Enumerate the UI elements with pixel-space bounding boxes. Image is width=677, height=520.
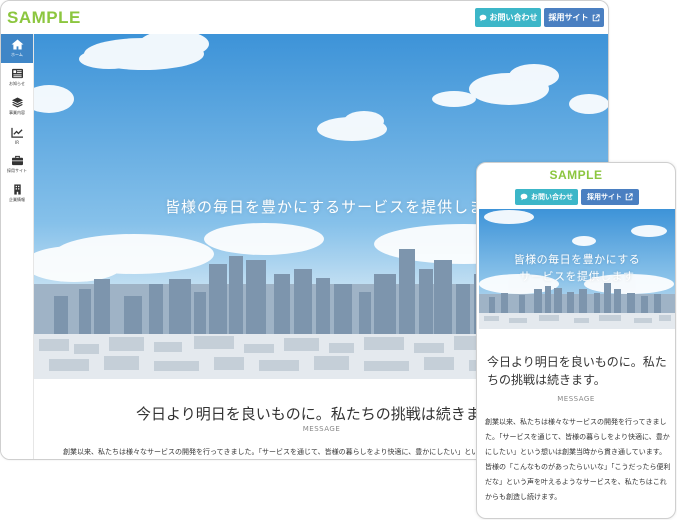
recruit-button[interactable]: 採用サイト [544,8,604,27]
sidebar-item-company[interactable]: 企業情報 [1,179,33,208]
site-header: SAMPLE お問い合わせ 採用サイト [1,1,608,34]
news-icon [11,68,23,79]
mobile-contact-button-label: お問い合わせ [531,193,573,201]
sidebar-item-recruit[interactable]: 採用サイト [1,150,33,179]
sidebar-item-label: お知らせ [9,81,25,86]
chart-icon [10,127,23,138]
mobile-contact-button[interactable]: お問い合わせ [515,189,578,205]
sidebar-nav: ホーム お知らせ 事業内容 IR 採用サイト 企業情報 [1,34,34,459]
recruit-button-label: 採用サイト [548,13,589,22]
mobile-hero-line-1: 皆様の毎日を豊かにする [513,253,641,266]
contact-button[interactable]: お問い合わせ [475,8,541,27]
contact-button-label: お問い合わせ [489,13,538,22]
mobile-message-body: 創業以来、私たちは様々なサービスの開発を行ってきました。「サービスを通じて、皆様… [485,418,671,501]
mobile-hero-image: 皆様の毎日を豊かにする サービスを提供します [479,209,675,329]
message-title: 今日より明日を良いものに。私たちの挑戦は続きます。 [136,405,510,423]
mobile-hero-headline: 皆様の毎日を豊かにする サービスを提供します [479,251,675,285]
building-icon [13,184,21,195]
sidebar-item-news[interactable]: お知らせ [1,63,33,92]
sidebar-item-label: 事業内容 [9,110,25,115]
layers-icon [11,97,23,108]
sidebar-item-label: IR [15,139,19,145]
mobile-recruit-button-label: 採用サイト [587,193,622,201]
sidebar-item-business[interactable]: 事業内容 [1,92,33,121]
mobile-hero-line-2: サービスを提供します [519,270,635,283]
sidebar-item-home[interactable]: ホーム [1,34,33,63]
mobile-mockup: SAMPLE お問い合わせ 採用サイト 皆様の毎日を豊かにする サービスを提供し… [476,162,676,519]
external-link-icon [625,193,633,201]
site-logo[interactable]: SAMPLE [7,8,81,28]
sidebar-item-label: 採用サイト [7,168,27,173]
briefcase-icon [11,155,23,166]
chat-icon [520,193,528,201]
hero-headline: 皆様の毎日を豊かにするサービスを提供します [165,198,502,216]
sidebar-item-ir[interactable]: IR [1,121,33,150]
mobile-recruit-button[interactable]: 採用サイト [581,189,639,205]
mobile-message-subtitle: MESSAGE [557,395,595,403]
external-link-icon [592,13,600,21]
sidebar-item-label: ホーム [11,52,23,57]
home-icon [11,39,23,50]
mobile-site-logo[interactable]: SAMPLE [477,168,675,182]
chat-icon [479,14,486,21]
mobile-message-title: 今日より明日を良いものに。私たちの挑戦は続きます。 [487,355,667,387]
sidebar-item-label: 企業情報 [9,197,25,202]
